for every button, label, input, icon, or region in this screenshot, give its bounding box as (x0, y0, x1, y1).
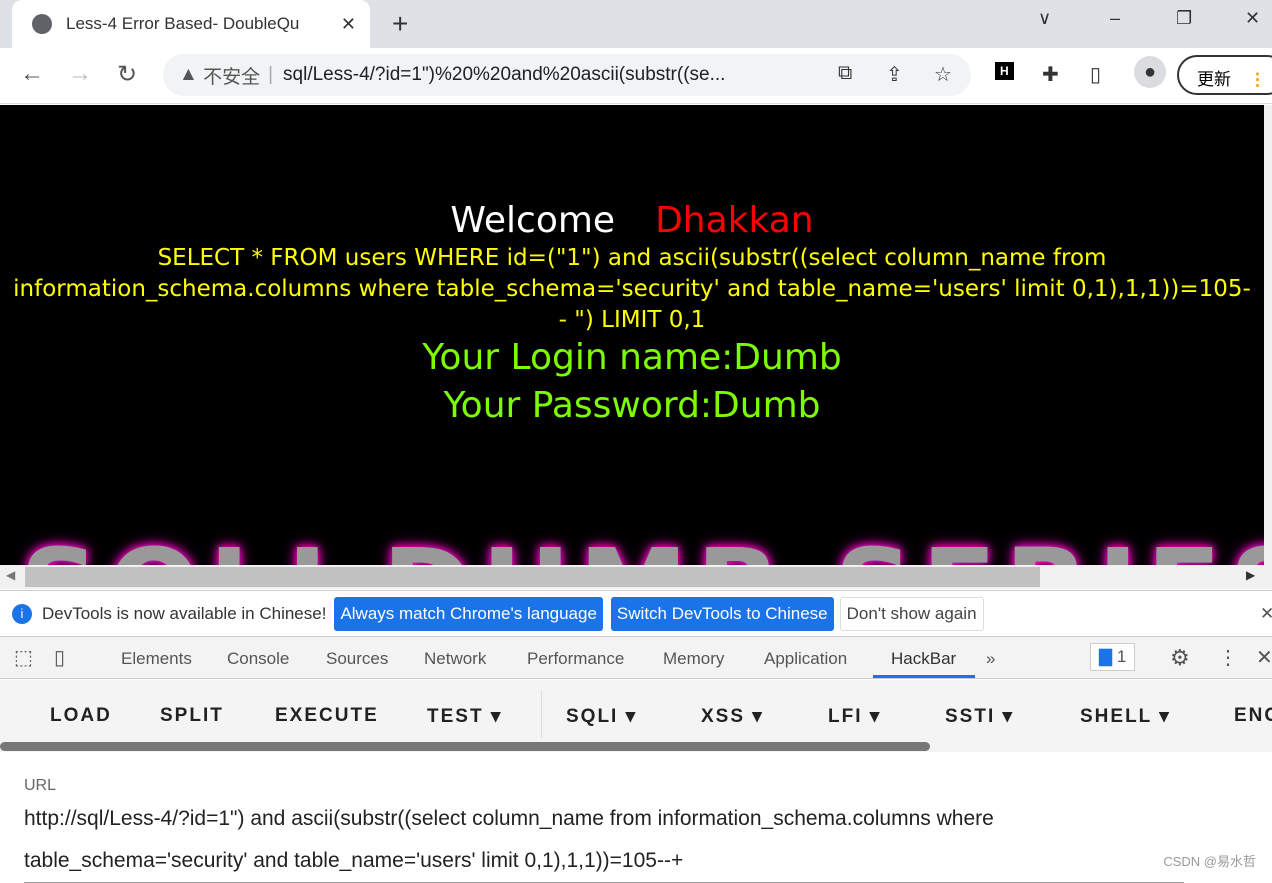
browser-tab[interactable]: Less-4 Error Based- DoubleQu ✕ (12, 0, 370, 48)
user-name: Dhakkan (655, 200, 814, 241)
sqli-dumb-series-logo: SQLI DUMB SERIES (20, 525, 1264, 565)
devtools-language-infobar: i DevTools is now available in Chinese! … (0, 590, 1272, 637)
web-page-content: Welcome Dhakkan SELECT * FROM users WHERE… (0, 105, 1264, 565)
tab-performance[interactable]: Performance (527, 649, 624, 669)
switch-devtools-chinese-button[interactable]: Switch DevTools to Chinese (610, 596, 834, 631)
always-match-language-button[interactable]: Always match Chrome's language (334, 596, 603, 631)
welcome-heading: Welcome Dhakkan (450, 200, 814, 241)
sqli-dropdown[interactable]: SQLI ▾ (566, 705, 637, 728)
ssti-dropdown[interactable]: SSTI ▾ (945, 705, 1014, 728)
issues-button[interactable]: ▇ 1 (1090, 643, 1136, 671)
tab-console[interactable]: Console (227, 649, 289, 669)
infobar-message: DevTools is now available in Chinese! (42, 603, 327, 623)
devtools-menu-icon[interactable]: ⋮ (1218, 645, 1238, 670)
tab-memory[interactable]: Memory (663, 649, 724, 669)
close-infobar-icon[interactable]: ✕ (1260, 604, 1272, 624)
sql-query-text: SELECT * FROM users WHERE id=("1") and a… (13, 245, 1251, 333)
vertical-scrollbar[interactable] (1264, 105, 1272, 565)
scrollbar-thumb[interactable] (25, 567, 1040, 587)
hackbar-extension-icon[interactable]: H (995, 62, 1014, 80)
security-label[interactable]: 不安全 (203, 62, 260, 89)
dont-show-again-button[interactable]: Don't show again (839, 596, 984, 631)
menu-kebab-icon[interactable]: ⋮ (1249, 70, 1266, 89)
divider (541, 690, 542, 738)
more-tabs-icon[interactable]: » (986, 649, 995, 669)
scroll-right-arrow-icon[interactable]: ▶ (1246, 568, 1255, 582)
url-panel: URL http://sql/Less-4/?id=1") and ascii(… (0, 752, 1272, 883)
update-label: 更新 (1197, 70, 1231, 89)
warning-icon: ▲ (179, 64, 204, 85)
url-label: URL (24, 777, 57, 794)
close-devtools-icon[interactable]: ✕ (1256, 645, 1272, 670)
device-toolbar-icon[interactable]: ▯ (54, 645, 65, 670)
settings-gear-icon[interactable]: ⚙ (1170, 645, 1190, 671)
encoding-dropdown[interactable]: ENC (1234, 705, 1272, 727)
watermark: CSDN @易水哲 (1163, 854, 1256, 869)
update-button[interactable]: 更新 ⋮ (1177, 55, 1272, 95)
tab-hackbar[interactable]: HackBar (891, 649, 956, 669)
issues-count: 1 (1116, 647, 1127, 666)
bookmark-star-icon[interactable]: ☆ (934, 62, 952, 87)
tab-elements[interactable]: Elements (121, 649, 192, 669)
close-window-button[interactable]: ✕ (1245, 8, 1260, 29)
back-icon[interactable]: ← (20, 60, 44, 88)
close-tab-icon[interactable]: ✕ (341, 14, 356, 35)
active-tab-indicator (873, 675, 975, 678)
inspect-element-icon[interactable]: ⬚ (14, 645, 33, 670)
shell-dropdown[interactable]: SHELL ▾ (1080, 705, 1171, 728)
tab-application[interactable]: Application (764, 649, 847, 669)
info-icon: i (12, 603, 32, 624)
tab-bar: Less-4 Error Based- DoubleQu ✕ + ∨ – ❐ ✕ (0, 0, 1272, 48)
message-icon: ▇ (1099, 647, 1113, 666)
tab-sources[interactable]: Sources (326, 649, 388, 669)
tab-network[interactable]: Network (424, 649, 486, 669)
globe-icon (32, 14, 52, 34)
xss-dropdown[interactable]: XSS ▾ (701, 705, 764, 728)
new-tab-button[interactable]: + (392, 8, 408, 40)
split-button[interactable]: SPLIT (160, 705, 224, 727)
side-panel-icon[interactable]: ▯ (1090, 62, 1101, 87)
url-textarea[interactable]: http://sql/Less-4/?id=1") and ascii(subs… (24, 798, 1184, 883)
reload-icon[interactable]: ↻ (117, 60, 137, 89)
tab-title: Less-4 Error Based- DoubleQu (66, 14, 300, 33)
login-name-text: Your Login name:Dumb (422, 337, 842, 378)
maximize-button[interactable]: ❐ (1176, 8, 1192, 29)
translate-icon[interactable]: ⧉ (838, 62, 852, 85)
tab-search-icon[interactable]: ∨ (1038, 8, 1051, 29)
extensions-puzzle-icon[interactable]: ✚ (1042, 62, 1059, 87)
load-button[interactable]: LOAD (50, 705, 112, 727)
hackbar-scrollbar[interactable] (0, 742, 930, 751)
share-icon[interactable]: ⇪ (886, 62, 903, 87)
forward-icon[interactable]: → (68, 60, 92, 88)
execute-button[interactable]: EXECUTE (275, 705, 379, 727)
password-text: Your Password:Dumb (443, 385, 821, 426)
url-text[interactable]: sql/Less-4/?id=1")%20%20and%20ascii(subs… (283, 64, 725, 86)
devtools-tab-bar: ⬚ ▯ Elements Console Sources Network Per… (0, 637, 1272, 679)
scroll-left-arrow-icon[interactable]: ◀ (6, 568, 15, 582)
minimize-button[interactable]: – (1110, 8, 1120, 29)
horizontal-scrollbar[interactable]: ◀ ▶ (0, 565, 1272, 589)
lfi-dropdown[interactable]: LFI ▾ (828, 705, 881, 728)
test-dropdown[interactable]: TEST ▾ (427, 705, 502, 728)
toolbar: ← → ↻ ▲ 不安全 | sql/Less-4/?id=1")%20%20an… (0, 48, 1272, 104)
profile-avatar-icon[interactable]: ● (1134, 56, 1166, 88)
